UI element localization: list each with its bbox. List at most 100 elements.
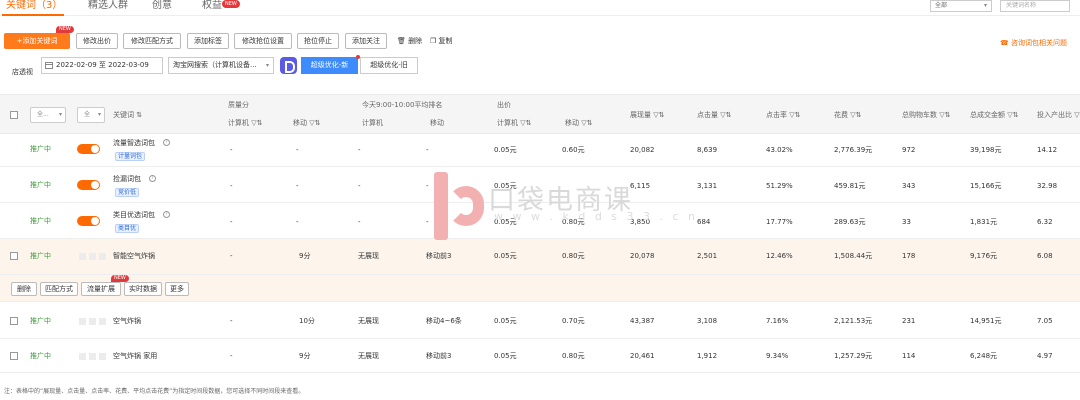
row-keyword[interactable]: 空气炸锅: [113, 317, 141, 326]
row-rank-mobile: -: [426, 146, 429, 154]
row-quality-mobile: -: [296, 182, 299, 190]
row-keyword[interactable]: 智能空气炸锅: [113, 252, 155, 261]
row-keyword[interactable]: 类目优选词包: [113, 211, 155, 220]
copy-button[interactable]: ❐ 复制: [430, 36, 453, 46]
keyword-search-input[interactable]: 关键词名称: [1000, 0, 1070, 12]
flag-icon[interactable]: [79, 253, 86, 260]
row-ctr: 17.77%: [766, 218, 793, 226]
row-bid-mobile[interactable]: 0.80元: [562, 352, 585, 361]
add-follow-button[interactable]: 添加关注: [345, 33, 387, 49]
row-realtime-button[interactable]: 实时数据: [124, 282, 162, 296]
flag-icon[interactable]: [99, 253, 106, 260]
tab-creative[interactable]: 创意: [152, 0, 172, 16]
row-quality-pc: -: [230, 252, 233, 260]
row-quality-pc: -: [230, 317, 233, 325]
selected-row-highlight: [0, 238, 1080, 301]
row-ctr: 7.16%: [766, 317, 789, 325]
col-bid-pc[interactable]: 计算机 ▽⇅: [497, 119, 531, 128]
row-expand-button[interactable]: 流量扩展: [81, 282, 121, 296]
row-status: 推广中: [30, 352, 51, 360]
col-cost[interactable]: 花费 ▽⇅: [834, 111, 861, 120]
add-keyword-button[interactable]: +添加关键词: [4, 33, 70, 49]
select-all-checkbox[interactable]: [10, 111, 18, 119]
row-quality-pc: -: [230, 218, 233, 226]
optimize-old-button[interactable]: 超级优化-旧: [360, 57, 418, 74]
modify-match-button[interactable]: 修改匹配方式: [123, 33, 181, 49]
row-keyword[interactable]: 捡漏词包: [113, 175, 141, 184]
row-gmv: 6,248元: [970, 352, 998, 360]
flag-icon[interactable]: [89, 318, 96, 325]
col-bid-mobile[interactable]: 移动 ▽⇅: [565, 119, 592, 128]
col-quality-mobile[interactable]: 移动 ▽⇅: [293, 119, 320, 128]
row-keyword[interactable]: 流量智选词包: [113, 139, 155, 148]
row-roi: 14.12: [1037, 146, 1058, 154]
col-quality-pc[interactable]: 计算机 ▽⇅: [228, 119, 262, 128]
row-switch[interactable]: [77, 216, 100, 226]
flag-icon[interactable]: [89, 253, 96, 260]
flag-icon[interactable]: [89, 353, 96, 360]
site-select[interactable]: 淘宝网搜索（计算机设备... ▾: [168, 57, 274, 74]
row-ctr: 12.46%: [766, 252, 793, 260]
tab-benefits[interactable]: 权益: [202, 0, 222, 16]
help-icon[interactable]: ?: [163, 211, 170, 218]
active-tab-indicator: [2, 14, 64, 16]
row-bid-mobile[interactable]: 0.70元: [562, 317, 585, 326]
row-divider: [0, 372, 1080, 373]
watermark-logo-icon: [430, 172, 484, 240]
chevron-down-icon: ▾: [265, 62, 269, 69]
row-checkbox[interactable]: [10, 317, 18, 325]
col-ctr[interactable]: 点击率 ▽⇅: [766, 111, 800, 120]
col-cart[interactable]: 总购物车数 ▽⇅: [902, 111, 950, 120]
row-bid-mobile[interactable]: 0.80元: [562, 252, 585, 261]
status-filter[interactable]: 全... ▾: [30, 107, 66, 123]
row-more-button[interactable]: 更多: [165, 282, 189, 296]
optimize-new-button[interactable]: 超级优化-新: [301, 57, 358, 74]
row-checkbox[interactable]: [10, 252, 18, 260]
type-select-value: 全部: [935, 2, 948, 9]
row-quality-mobile: -: [296, 218, 299, 226]
switch-filter[interactable]: 全 ▾: [77, 107, 105, 123]
row-rank-mobile: 移动前3: [426, 252, 452, 260]
flag-icon[interactable]: [99, 353, 106, 360]
row-bid-pc[interactable]: 0.05元: [494, 146, 517, 155]
filter-label: 店透视: [12, 68, 33, 76]
row-checkbox[interactable]: [10, 352, 18, 360]
col-rank: 今天9:00-10:00平均排名: [362, 101, 443, 109]
consult-link[interactable]: ☎ 咨询词包相关问题: [1000, 38, 1067, 48]
col-impressions[interactable]: 展现量 ▽⇅: [630, 111, 664, 120]
flag-icon[interactable]: [99, 318, 106, 325]
row-cart: 178: [902, 252, 916, 260]
row-divider: [0, 301, 1080, 302]
col-bid: 出价: [497, 101, 511, 109]
row-bid-pc[interactable]: 0.05元: [494, 252, 517, 261]
row-bid-pc[interactable]: 0.05元: [494, 352, 517, 361]
row-bid-pc[interactable]: 0.05元: [494, 317, 517, 326]
row-match-button[interactable]: 匹配方式: [40, 282, 78, 296]
flag-icon[interactable]: [79, 318, 86, 325]
row-clicks: 684: [697, 218, 711, 226]
col-keyword[interactable]: 关键词 ⇅: [113, 111, 142, 120]
tab-audience[interactable]: 精选人群: [88, 0, 128, 16]
modify-position-button[interactable]: 修改抢位设置: [234, 33, 292, 49]
delete-button[interactable]: 🗑 删除: [397, 36, 422, 46]
modify-bid-button[interactable]: 修改出价: [76, 33, 118, 49]
help-icon[interactable]: ?: [149, 175, 156, 182]
row-switch[interactable]: [77, 144, 100, 154]
row-roi: 6.08: [1037, 252, 1053, 260]
col-clicks[interactable]: 点击量 ▽⇅: [697, 111, 731, 120]
row-keyword[interactable]: 空气炸锅 家用: [113, 352, 157, 361]
chevron-down-icon: ▾: [58, 111, 62, 118]
type-select[interactable]: 全部 ▾: [930, 0, 992, 12]
col-roi[interactable]: 投入产出比 ▽: [1037, 111, 1080, 120]
row-switch[interactable]: [77, 180, 100, 190]
col-gmv[interactable]: 总成交金额 ▽⇅: [970, 111, 1018, 120]
stop-position-button[interactable]: 抢位停止: [297, 33, 339, 49]
add-label-button[interactable]: 添加标签: [187, 33, 229, 49]
flag-icon[interactable]: [79, 353, 86, 360]
row-delete-button[interactable]: 删除: [11, 282, 37, 296]
date-range-picker[interactable]: 2022-02-09 至 2022-03-09: [41, 57, 163, 74]
row-rank-pc: -: [358, 218, 361, 226]
help-icon[interactable]: ?: [163, 139, 170, 146]
copy-icon: ❐: [430, 37, 437, 45]
row-bid-mobile[interactable]: 0.60元: [562, 146, 585, 155]
